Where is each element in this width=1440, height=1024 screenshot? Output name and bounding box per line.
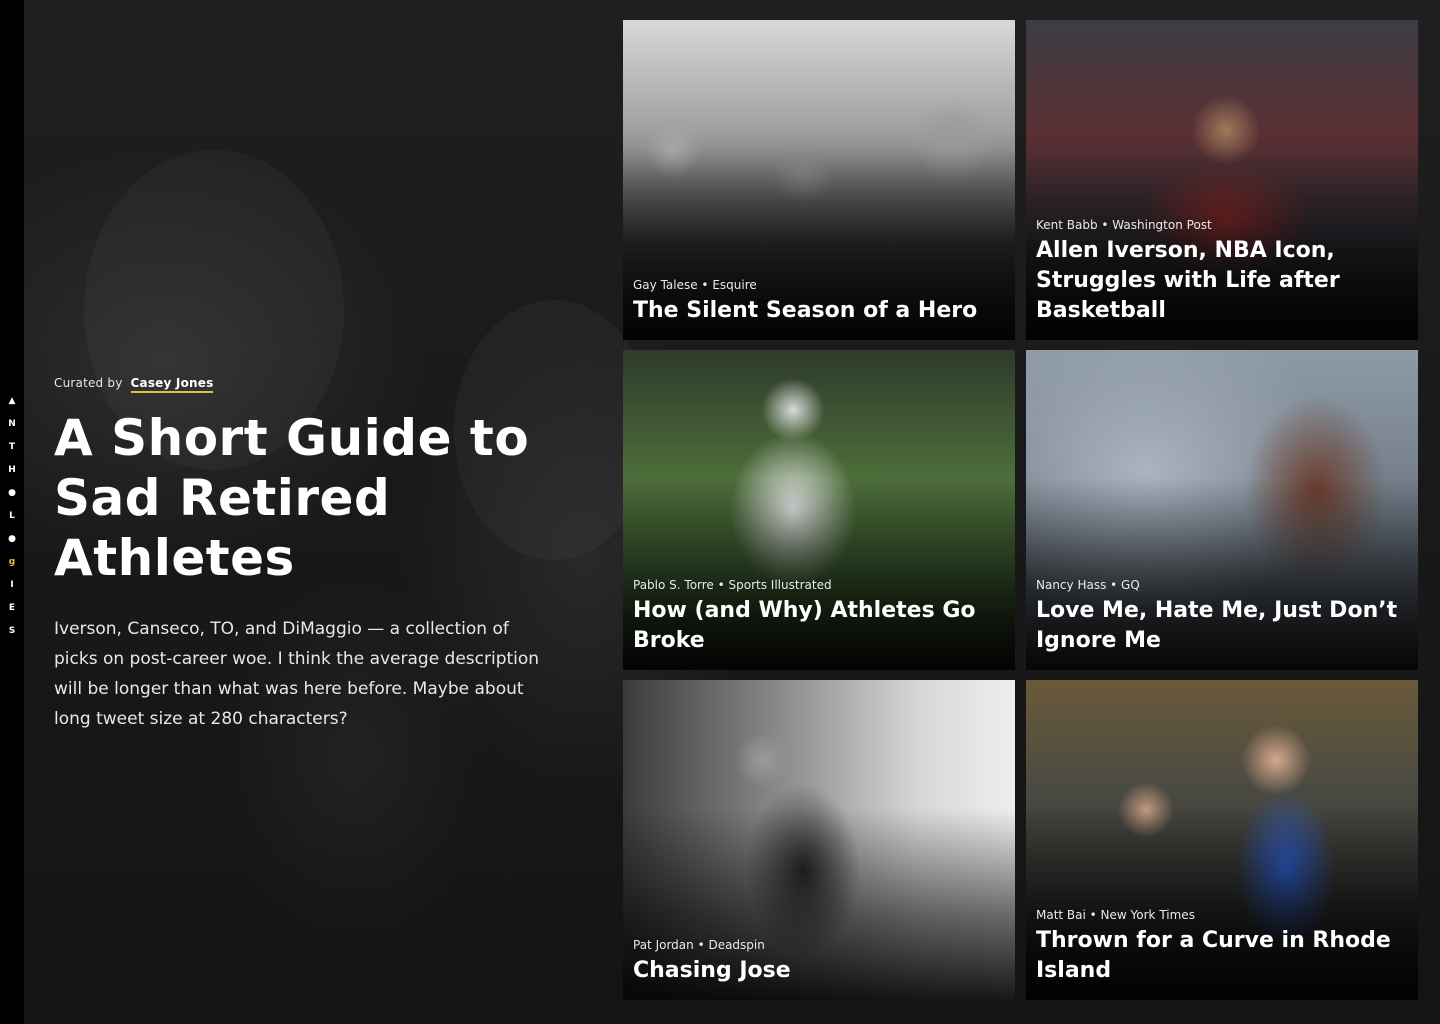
story-byline: Kent Babb • Washington Post [1036,218,1212,232]
story-meta: Nancy Hass • GQ Love Me, Hate Me, Just D… [1036,578,1406,656]
story-headline[interactable]: Thrown for a Curve in Rhode Island [1036,926,1406,986]
story-headline[interactable]: Love Me, Hate Me, Just Don’t Ignore Me [1036,596,1406,656]
brand-letter: E [8,603,16,613]
story-meta: Gay Talese • Esquire The Silent Season o… [633,278,1003,326]
brand-letter: ● [8,488,16,498]
story-headline[interactable]: The Silent Season of a Hero [633,296,1003,326]
story-headline[interactable]: Allen Iverson, NBA Icon, Struggles with … [1036,236,1406,326]
story-byline: Matt Bai • New York Times [1036,908,1195,922]
brand-letter: H [8,465,16,475]
brand-letter: I [10,580,14,590]
brand-letter: N [8,419,16,429]
story-card[interactable]: Pat Jordan • Deadspin Chasing Jose [623,680,1015,1000]
story-headline[interactable]: Chasing Jose [633,956,1003,986]
story-headline[interactable]: How (and Why) Athletes Go Broke [633,596,1003,656]
story-card[interactable]: Nancy Hass • GQ Love Me, Hate Me, Just D… [1026,350,1418,670]
story-byline: Nancy Hass • GQ [1036,578,1140,592]
brand-letter: ▲ [8,396,16,406]
brand-letter: T [8,442,16,452]
story-card[interactable]: Pablo S. Torre • Sports Illustrated How … [623,350,1015,670]
page-title: A Short Guide to Sad Retired Athletes [54,409,530,587]
curated-by: Curated by Casey Jones [54,376,614,393]
brand-letter: L [9,511,15,521]
brand-rail: ▲ N T H ● L ● g I E S [0,0,24,1024]
story-card[interactable]: Kent Babb • Washington Post Allen Iverso… [1026,20,1418,340]
story-meta: Kent Babb • Washington Post Allen Iverso… [1036,218,1406,326]
story-meta: Pablo S. Torre • Sports Illustrated How … [633,578,1003,656]
brand-letter: g [8,557,16,567]
brand-letter: S [8,626,16,636]
curated-prefix: Curated by [54,376,123,390]
collection-description: Iverson, Canseco, TO, and DiMaggio — a c… [54,619,540,729]
story-meta: Pat Jordan • Deadspin Chasing Jose [633,938,1003,986]
brand-letter: ● [8,534,16,544]
story-card[interactable]: Matt Bai • New York Times Thrown for a C… [1026,680,1418,1000]
curator-link[interactable]: Casey Jones [130,376,214,393]
story-card[interactable]: Gay Talese • Esquire The Silent Season o… [623,20,1015,340]
story-byline: Pat Jordan • Deadspin [633,938,765,952]
brand-logo[interactable]: ▲ N T H ● L ● g I E S [0,390,24,643]
story-byline: Pablo S. Torre • Sports Illustrated [633,578,832,592]
collection-intro: Curated by Casey Jones A Short Guide to … [54,376,614,734]
story-byline: Gay Talese • Esquire [633,278,757,292]
story-meta: Matt Bai • New York Times Thrown for a C… [1036,908,1406,986]
